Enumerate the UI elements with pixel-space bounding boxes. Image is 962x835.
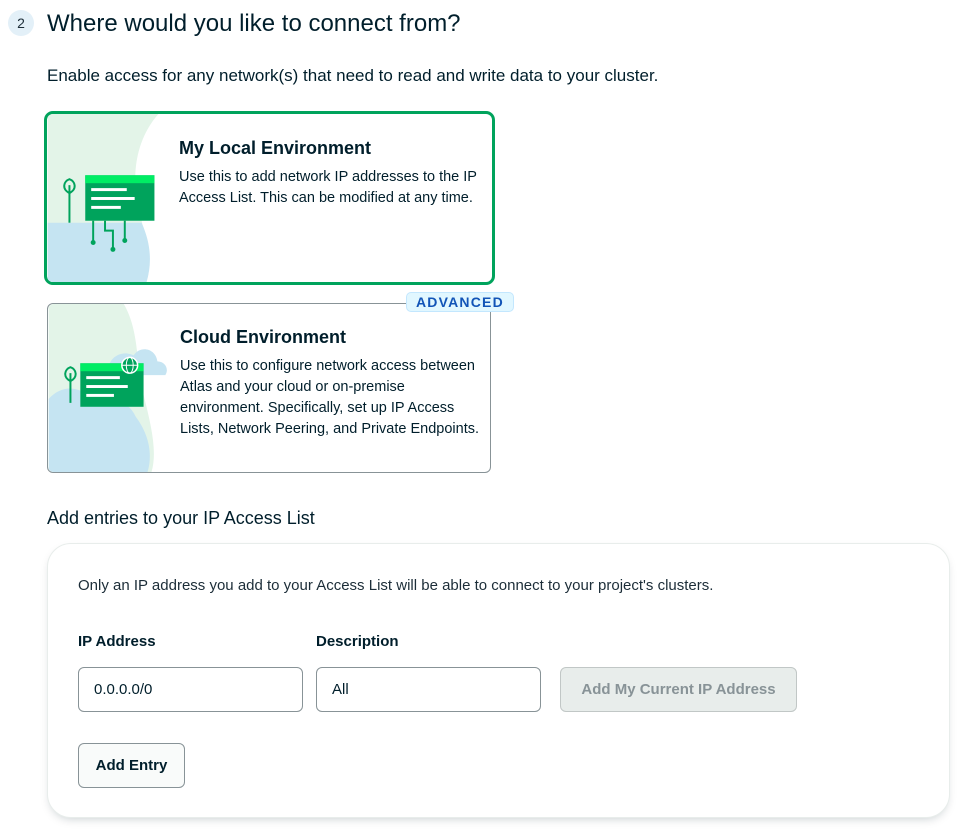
description-label: Description — [316, 633, 399, 650]
cloud-environment-title: Cloud Environment — [180, 327, 346, 347]
add-entry-button[interactable]: Add Entry — [78, 743, 185, 788]
advanced-badge: ADVANCED — [406, 292, 514, 312]
cloud-environment-illustration-icon — [48, 304, 167, 472]
local-environment-title: My Local Environment — [179, 138, 372, 158]
cloud-environment-card[interactable]: Cloud Environment Use this to configure … — [47, 303, 491, 473]
description-input[interactable] — [316, 667, 541, 712]
access-list-heading: Add entries to your IP Access List — [47, 508, 315, 528]
step-number-badge: 2 — [8, 10, 34, 36]
add-current-ip-button[interactable]: Add My Current IP Address — [560, 667, 797, 712]
section-subtitle: Enable access for any network(s) that ne… — [47, 66, 659, 85]
cloud-environment-description: Use this to configure network access bet… — [180, 358, 480, 437]
access-list-note: Only an IP address you add to your Acces… — [78, 577, 714, 594]
section-title: Where would you like to connect from? — [47, 10, 461, 37]
access-list-panel: Only an IP address you add to your Acces… — [47, 543, 950, 818]
local-environment-illustration-icon — [47, 114, 159, 282]
local-environment-card[interactable]: My Local Environment Use this to add net… — [44, 111, 495, 285]
ip-address-label: IP Address — [78, 633, 156, 650]
local-environment-description: Use this to add network IP addresses to … — [179, 169, 477, 206]
ip-address-input[interactable] — [78, 667, 303, 712]
